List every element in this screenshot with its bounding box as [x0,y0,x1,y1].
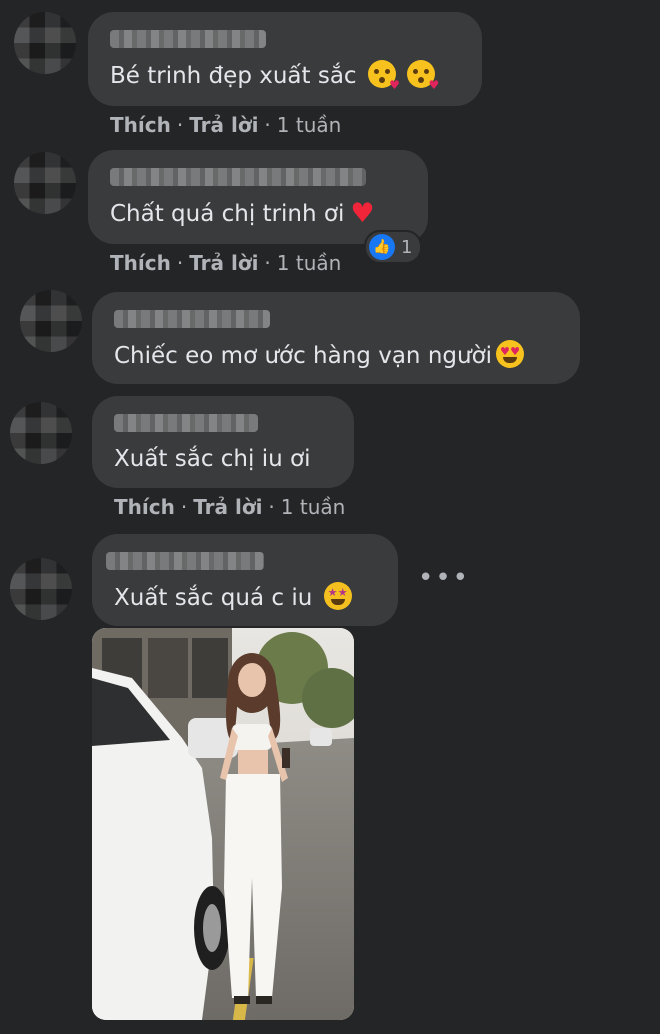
comment-bubble: Bé trinh đẹp xuất sắc ♥ ♥ [88,12,482,106]
timestamp[interactable]: 1 tuần [277,251,342,275]
reply-link[interactable]: Trả lời [189,113,258,137]
more-horizontal-icon[interactable]: ••• [418,565,470,591]
comment-text-value: Bé trinh đẹp xuất sắc [110,63,357,89]
comment-text: Chất quá chị trinh ơi ♥ [110,198,378,229]
star-struck-icon: ★ ★ [323,582,352,610]
comment-text: Chiếc eo mơ ước hàng vạn người ♥ ♥ [114,340,525,371]
comment-text-value: Xuất sắc chị iu ơi [114,446,311,472]
avatar[interactable] [10,402,72,464]
comment-text-value: Xuất sắc quá c iu [114,585,313,611]
comment-text: Bé trinh đẹp xuất sắc ♥ ♥ [110,60,439,92]
blurred-author-name[interactable] [110,30,266,48]
red-heart-icon: ♥ [350,198,375,229]
like-link[interactable]: Thích [110,113,171,137]
blurred-author-name[interactable] [106,552,264,570]
reply-link[interactable]: Trả lời [193,495,262,519]
blurred-author-name[interactable] [114,414,258,432]
comment-text: Xuất sắc quá c iu ★ ★ [114,582,352,613]
comment-text: Xuất sắc chị iu ơi [114,444,310,474]
kissing-heart-icon: ♥ [367,60,400,92]
comment-photo-attachment[interactable] [92,628,354,1020]
reaction-count: 1 [401,236,413,258]
comment-bubble: Xuất sắc quá c iu ★ ★ [92,534,398,626]
comment-text-value: Chất quá chị trinh ơi [110,201,345,227]
comment-text-value: Chiếc eo mơ ước hàng vạn người [114,343,493,369]
like-link[interactable]: Thích [114,495,175,519]
comment-actions: Thích · Trả lời · 1 tuần [114,495,346,519]
comment-actions: Thích · Trả lời · 1 tuần [110,251,342,275]
blurred-author-name[interactable] [114,310,270,328]
heart-eyes-icon: ♥ ♥ [496,340,525,368]
avatar[interactable] [10,558,72,620]
avatar[interactable] [14,12,76,74]
avatar[interactable] [20,290,82,352]
like-link[interactable]: Thích [110,251,171,275]
comment-bubble: Chiếc eo mơ ước hàng vạn người ♥ ♥ [92,292,580,384]
blurred-author-name[interactable] [110,168,366,186]
like-icon: 👍 [369,234,395,260]
reaction-badge[interactable]: 👍 1 [364,230,423,264]
kissing-heart-icon: ♥ [407,60,439,92]
photo-image [92,628,354,1020]
comment-bubble: Xuất sắc chị iu ơi [92,396,354,488]
avatar[interactable] [14,152,76,214]
comment-actions: Thích · Trả lời · 1 tuần [110,113,342,137]
reply-link[interactable]: Trả lời [189,251,258,275]
timestamp[interactable]: 1 tuần [277,113,342,137]
timestamp[interactable]: 1 tuần [281,495,346,519]
